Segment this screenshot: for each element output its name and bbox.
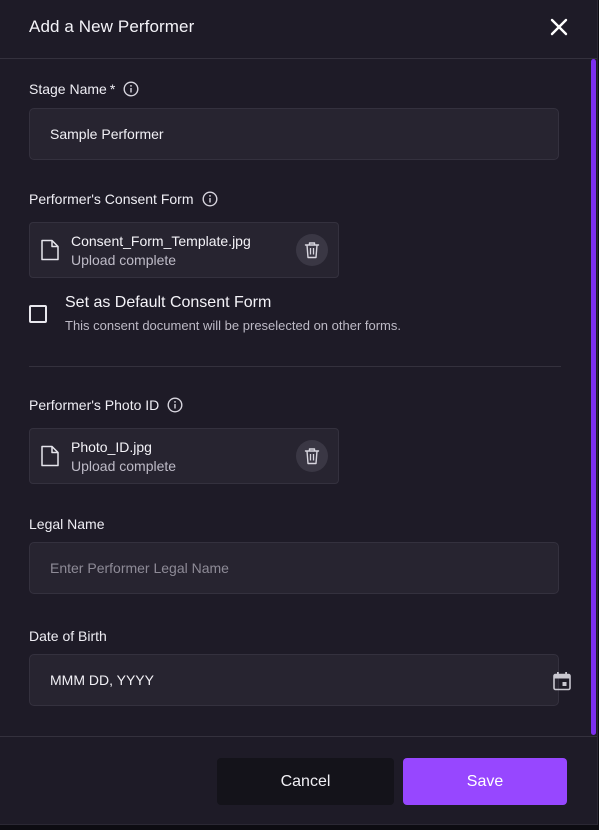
save-button[interactable]: Save: [403, 758, 567, 805]
consent-form-label: Performer's Consent Form: [29, 191, 194, 207]
dialog-title: Add a New Performer: [29, 17, 195, 36]
default-consent-label: Set as Default Consent Form: [65, 294, 272, 311]
consent-form-label-row: Performer's Consent Form: [29, 191, 218, 207]
add-performer-dialog: Add a New Performer Stage Name * Sample …: [0, 0, 598, 825]
scrollbar[interactable]: [591, 59, 596, 735]
required-mark: *: [109, 81, 116, 97]
default-consent-checkbox[interactable]: [29, 305, 47, 323]
dialog-header: Add a New Performer: [0, 0, 597, 59]
stage-name-input[interactable]: Sample Performer: [29, 108, 559, 160]
calendar-icon: [553, 672, 571, 691]
date-of-birth-input[interactable]: MMM DD, YYYY: [29, 654, 571, 706]
photo-id-upload-status: Upload complete: [71, 458, 177, 474]
trash-icon: [304, 448, 320, 465]
file-icon: [41, 445, 59, 467]
trash-icon: [304, 242, 320, 259]
calendar-button[interactable]: [552, 671, 572, 691]
close-icon: [550, 18, 568, 36]
default-consent-description: This consent document will be preselecte…: [65, 318, 402, 333]
stage-name-label-row: Stage Name *: [29, 81, 139, 97]
close-button[interactable]: [547, 15, 571, 39]
info-icon[interactable]: [201, 191, 218, 207]
photo-id-label-row: Performer's Photo ID: [29, 397, 183, 413]
photo-id-label: Performer's Photo ID: [29, 397, 160, 413]
legal-name-label-row: Legal Name: [29, 516, 105, 532]
file-icon: [41, 239, 59, 261]
dialog-footer: Cancel Save: [0, 736, 597, 824]
legal-name-label: Legal Name: [29, 516, 105, 532]
delete-consent-file-button[interactable]: [296, 234, 328, 266]
stage-name-label: Stage Name: [29, 81, 107, 97]
photo-id-file-card: Photo_ID.jpg Upload complete: [29, 428, 339, 484]
info-icon[interactable]: [167, 397, 183, 413]
info-icon[interactable]: [123, 81, 139, 97]
consent-file-name: Consent_Form_Template.jpg: [71, 233, 251, 249]
cancel-button[interactable]: Cancel: [217, 758, 394, 805]
consent-form-file-card: Consent_Form_Template.jpg Upload complet…: [29, 222, 339, 278]
dob-label-row: Date of Birth: [29, 628, 107, 644]
stage-name-value: Sample Performer: [50, 126, 164, 142]
date-of-birth-value: MMM DD, YYYY: [50, 672, 154, 688]
section-divider: [29, 366, 561, 367]
consent-upload-status: Upload complete: [71, 252, 177, 268]
photo-id-file-name: Photo_ID.jpg: [71, 439, 152, 455]
legal-name-input[interactable]: Enter Performer Legal Name: [29, 542, 559, 594]
date-of-birth-label: Date of Birth: [29, 628, 107, 644]
legal-name-placeholder: Enter Performer Legal Name: [50, 560, 229, 576]
delete-photo-id-button[interactable]: [296, 440, 328, 472]
